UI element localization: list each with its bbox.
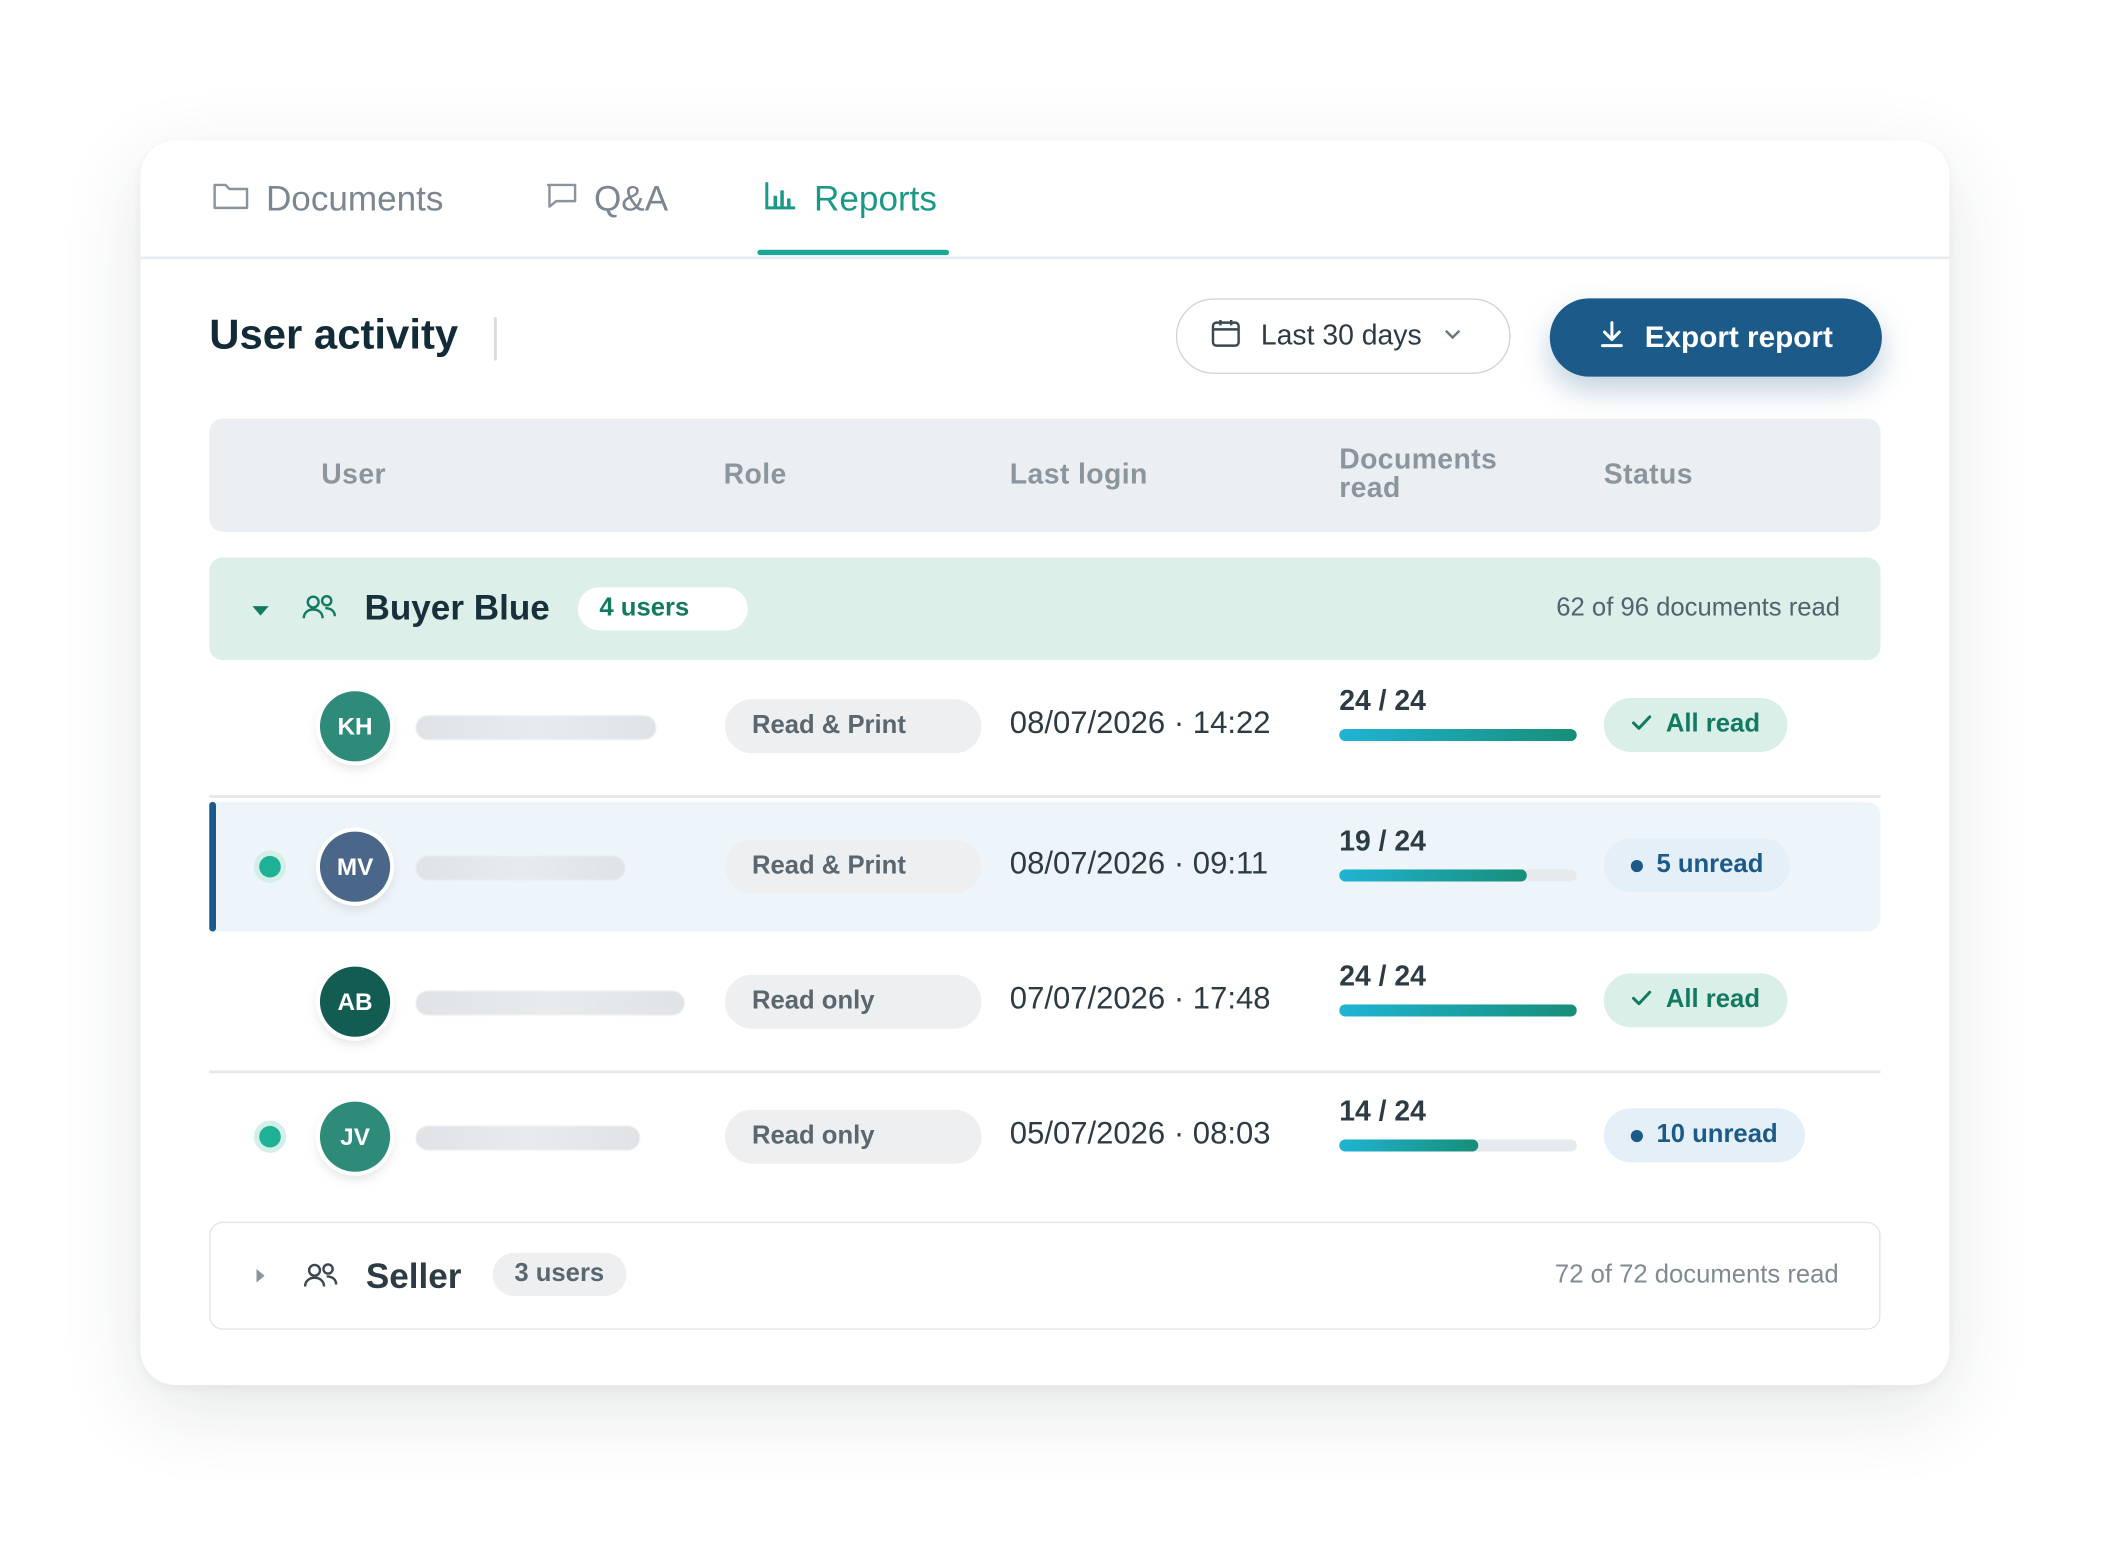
last-login: 05/07/2026 · 08:03 <box>1009 1115 1271 1151</box>
title-divider <box>494 317 497 361</box>
avatar: AB <box>319 966 391 1037</box>
redacted-user-name <box>415 855 626 881</box>
group-header-seller[interactable]: Seller 3 users 72 of 72 documents read <box>209 1221 1881 1330</box>
status-badge: 10 unread <box>1603 1108 1805 1163</box>
tab-reports[interactable]: Reports <box>763 140 937 256</box>
last-login: 08/07/2026 · 09:11 <box>1009 845 1269 881</box>
redacted-user-name <box>415 990 685 1016</box>
tab-qa[interactable]: Q&A <box>545 140 668 256</box>
group-summary: 72 of 72 documents read <box>1554 1260 1839 1290</box>
table-row-selected[interactable]: MV Read & Print 08/07/2026 · 09:11 19 / … <box>209 801 1881 932</box>
progress-fill <box>1339 729 1577 742</box>
group-name: Buyer Blue <box>364 587 550 628</box>
tab-qa-label: Q&A <box>594 177 669 219</box>
status-label: 10 unread <box>1656 1120 1778 1149</box>
column-header-documents-read-line1: Documents <box>1339 444 1498 476</box>
progress-fill <box>1339 1139 1478 1152</box>
active-tab-indicator <box>757 249 950 256</box>
download-icon <box>1599 319 1626 355</box>
users-icon <box>301 591 339 630</box>
avatar: JV <box>319 1101 391 1172</box>
role-badge: Read only <box>724 1109 982 1164</box>
documents-progress-bar <box>1339 1139 1577 1152</box>
documents-read-count: 24 / 24 <box>1339 685 1426 717</box>
documents-progress-bar <box>1339 1004 1577 1017</box>
column-header-user[interactable]: User <box>321 459 386 491</box>
online-status-dot <box>259 1125 281 1148</box>
row-divider <box>209 795 1881 798</box>
last-login: 07/07/2026 · 17:48 <box>1009 980 1271 1016</box>
bar-chart-icon <box>763 179 814 218</box>
user-activity-card: Documents Q&A Reports User activity Last… <box>140 140 1950 1386</box>
export-report-label: Export report <box>1644 319 1833 354</box>
progress-fill <box>1339 1004 1577 1017</box>
users-icon <box>302 1260 340 1299</box>
calendar-icon <box>1210 317 1242 356</box>
group-header-buyer-blue[interactable]: Buyer Blue 4 users 62 of 96 documents re… <box>209 557 1881 661</box>
column-header-role[interactable]: Role <box>724 459 787 491</box>
unread-dot-icon <box>1630 859 1643 872</box>
table-row[interactable]: KH Read & Print 08/07/2026 · 14:22 24 / … <box>209 662 1880 792</box>
page-title: User activity <box>209 310 459 358</box>
table-row[interactable]: JV Read only 05/07/2026 · 08:03 14 / 24 … <box>209 1072 1880 1202</box>
tab-documents-label: Documents <box>265 177 444 219</box>
group-name: Seller <box>365 1255 462 1297</box>
date-range-label: Last 30 days <box>1260 319 1422 351</box>
role-badge: Read & Print <box>724 839 982 894</box>
role-badge: Read only <box>724 974 982 1029</box>
chat-icon <box>545 180 594 216</box>
status-badge: 5 unread <box>1603 838 1791 893</box>
caret-right-icon[interactable] <box>254 1266 268 1292</box>
avatar: KH <box>319 691 391 762</box>
column-header-last-login[interactable]: Last login <box>1010 459 1148 491</box>
documents-read-count: 14 / 24 <box>1339 1096 1426 1128</box>
unread-dot-icon <box>1630 1129 1643 1142</box>
group-user-count-badge: 4 users <box>577 587 748 631</box>
export-report-button[interactable]: Export report <box>1549 298 1882 377</box>
column-header-documents-read[interactable]: Documents read <box>1339 444 1498 504</box>
check-icon <box>1631 986 1666 1016</box>
documents-read-count: 24 / 24 <box>1339 961 1426 993</box>
avatar: MV <box>319 831 391 902</box>
status-badge: All read <box>1603 973 1787 1028</box>
table-row[interactable]: AB Read only 07/07/2026 · 17:48 24 / 24 … <box>209 937 1880 1067</box>
selected-row-indicator <box>209 801 216 932</box>
progress-fill <box>1339 869 1528 882</box>
online-status-dot <box>259 855 281 878</box>
redacted-user-name <box>415 715 657 740</box>
last-login: 08/07/2026 · 14:22 <box>1009 704 1271 740</box>
documents-progress-bar <box>1339 729 1577 742</box>
chevron-down-icon <box>1443 324 1462 348</box>
date-range-select[interactable]: Last 30 days <box>1175 298 1511 374</box>
status-label: All read <box>1665 710 1760 739</box>
status-badge: All read <box>1603 697 1787 752</box>
documents-progress-bar <box>1339 869 1577 882</box>
status-label: 5 unread <box>1656 850 1764 879</box>
tab-bar: Documents Q&A Reports <box>140 140 1950 260</box>
column-header-status[interactable]: Status <box>1604 459 1693 491</box>
folder-icon <box>212 180 266 216</box>
caret-down-icon[interactable] <box>250 601 272 625</box>
tab-documents[interactable]: Documents <box>212 140 444 256</box>
redacted-user-name <box>415 1125 640 1151</box>
check-icon <box>1631 710 1666 740</box>
role-badge: Read & Print <box>724 699 982 754</box>
documents-read-count: 19 / 24 <box>1339 826 1426 858</box>
group-user-count-badge: 3 users <box>492 1252 626 1296</box>
table-header: User Role Last login Documents read Stat… <box>209 418 1881 532</box>
column-header-documents-read-line2: read <box>1339 472 1401 504</box>
status-label: All read <box>1665 985 1760 1014</box>
tab-reports-label: Reports <box>814 177 937 219</box>
group-summary: 62 of 96 documents read <box>1556 594 1841 623</box>
